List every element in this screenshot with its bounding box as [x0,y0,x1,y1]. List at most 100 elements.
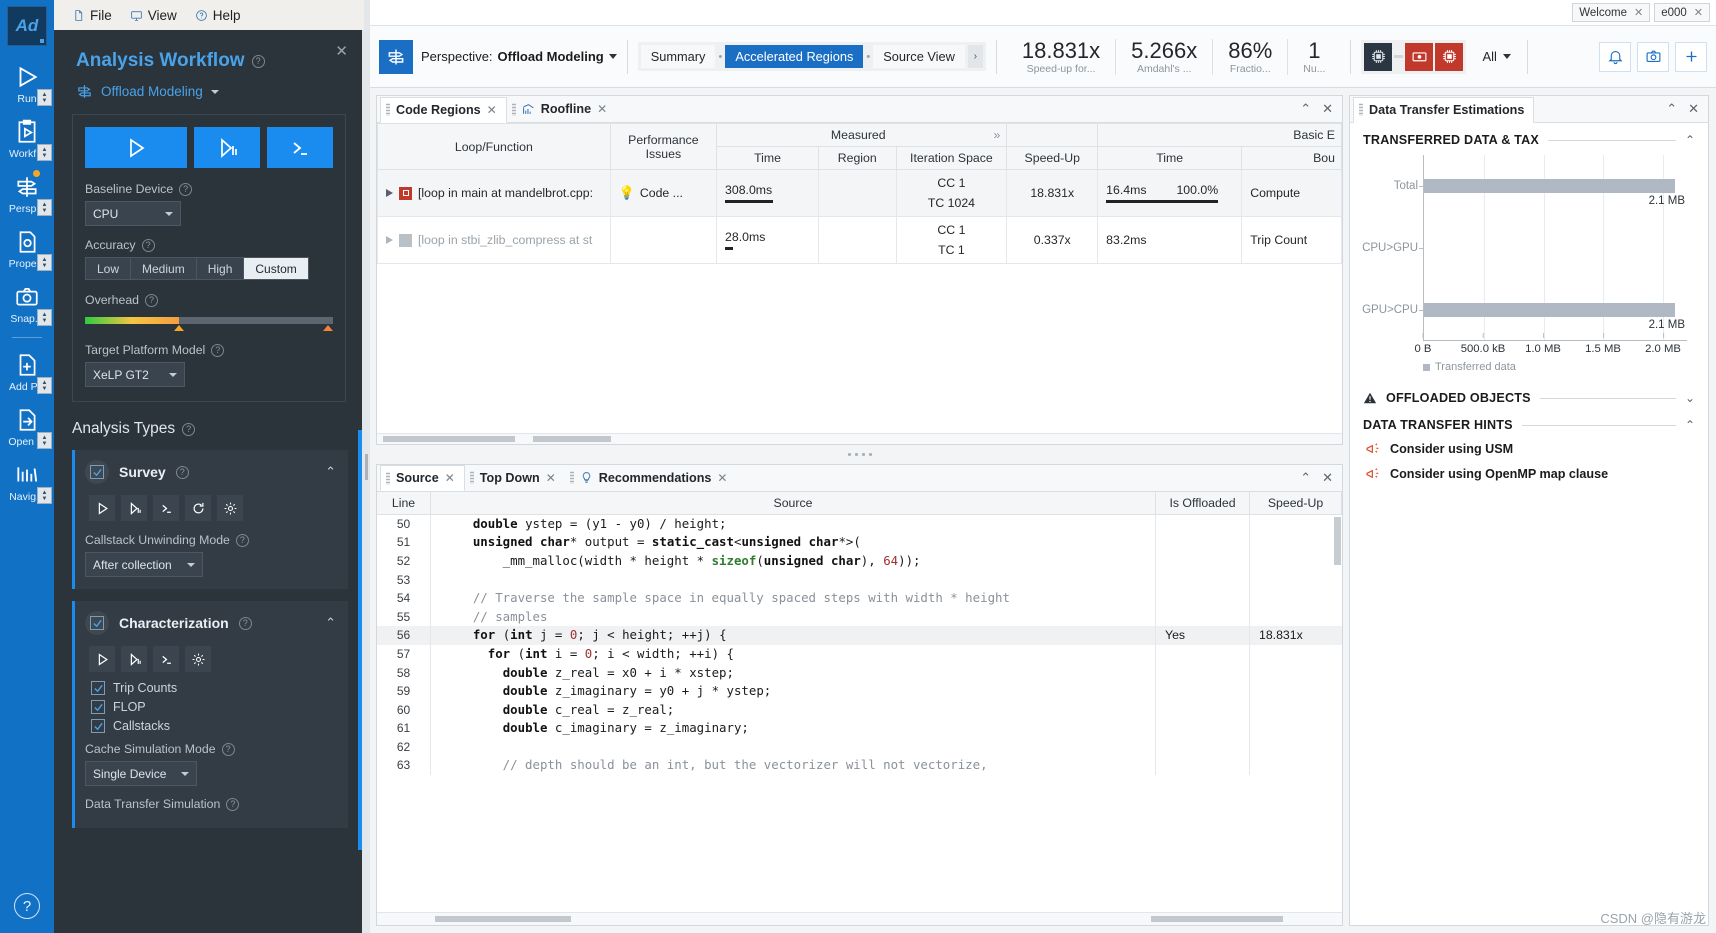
survey-settings-button[interactable] [217,495,243,521]
drag-handle-icon[interactable] [569,471,574,485]
chart-bar[interactable] [1424,178,1676,193]
menu-file[interactable]: File [72,8,112,23]
bell-button[interactable] [1599,41,1631,72]
col-region[interactable]: Region [817,146,897,170]
close-icon[interactable]: ✕ [335,42,348,60]
chevron-up-icon[interactable]: ⌃ [1685,133,1695,147]
checkbox-flop[interactable]: FLOP [91,700,336,714]
tab-summary[interactable]: Summary [640,45,716,68]
col-is-offloaded[interactable]: Is Offloaded [1156,491,1250,514]
chevron-up-icon[interactable]: ⌃ [325,464,336,480]
source-hscrollbar[interactable] [377,912,1342,925]
overhead-slider[interactable] [85,313,333,331]
expand-row-icon[interactable] [386,236,393,244]
chevron-up-icon[interactable]: ⌃ [1685,418,1695,432]
snapshot-dropdown-spinner[interactable]: ▲ ▼ [37,309,52,326]
chevron-up-icon[interactable]: ⌃ [325,615,336,631]
open-result-dropdown-spinner[interactable]: ▲ ▼ [37,432,52,449]
workflow-dropdown-spinner[interactable]: ▲ ▼ [37,144,52,161]
source-line-row[interactable]: 52 _mm_malloc(width * height * sizeof(un… [377,551,1342,571]
source-line-row[interactable]: 53 [377,570,1342,590]
tab-accelerated-regions[interactable]: Accelerated Regions [725,45,864,68]
close-icon[interactable]: ✕ [487,103,497,117]
close-icon[interactable]: ✕ [1322,101,1333,117]
baseline-device-select[interactable]: CPU [85,201,181,226]
window-tab-e000[interactable]: e000 ✕ [1654,3,1710,22]
close-icon[interactable]: ✕ [1694,6,1703,19]
help-circle-icon[interactable]: ? [238,616,252,630]
tab-source[interactable]: Source ✕ [380,465,465,492]
tab-top-down[interactable]: Top Down ✕ [465,465,565,491]
source-vscrollbar[interactable] [1334,516,1341,565]
tab-recommendations[interactable]: Recommendations ✕ [565,465,737,491]
help-circle-icon[interactable]: ? [235,533,249,547]
col-performance-issues[interactable]: Performance Issues [609,123,718,170]
horizontal-splitter[interactable] [376,450,1343,459]
help-circle-icon[interactable]: ? [251,54,265,68]
source-line-row[interactable]: 61 double c_imaginary = z_imaginary; [377,719,1342,738]
collapse-icon[interactable]: ⌃ [1300,101,1311,117]
drag-handle-icon[interactable] [1359,103,1363,116]
cpu-chip-icon[interactable] [1364,42,1393,71]
workflow-scrollbar[interactable] [358,430,362,850]
accuracy-option-high[interactable]: High [195,257,244,280]
command-line-button[interactable] [267,127,334,168]
col-time-basic[interactable]: Time [1097,146,1243,170]
perspective-control[interactable]: Perspective: Offload Modeling [379,39,617,74]
close-icon[interactable]: ✕ [717,471,727,485]
expand-columns-icon[interactable]: » [993,128,1000,142]
overhead-handle[interactable] [174,325,185,331]
rail-item-run[interactable]: Run ▲ ▼ [0,56,54,111]
add-button[interactable] [1675,41,1707,72]
source-line-row[interactable]: 63 // depth should be an int, but the ve… [377,756,1342,776]
chevron-down-icon[interactable]: ⌄ [1685,391,1695,405]
collapse-icon[interactable]: ⌃ [1666,101,1677,117]
rail-item-perspective[interactable]: Persp... ▲ ▼ [0,166,54,221]
window-tab-welcome[interactable]: Welcome ✕ [1572,3,1651,22]
col-time-measured[interactable]: Time [716,146,819,170]
rail-item-open-result[interactable]: Open ... ▲ ▼ [0,399,54,454]
close-icon[interactable]: ✕ [546,471,556,485]
more-tabs-button[interactable]: › [967,45,983,68]
accuracy-option-medium[interactable]: Medium [130,257,196,280]
help-circle-icon[interactable]: ? [175,465,189,479]
close-icon[interactable]: ✕ [1634,6,1643,19]
characterization-run-button[interactable] [89,646,115,672]
chevron-down-icon[interactable] [608,54,617,59]
characterization-command-line-button[interactable] [153,646,179,672]
target-platform-select[interactable]: XeLP GT2 [85,362,185,387]
vertical-splitter[interactable] [362,0,370,933]
source-line-row[interactable]: 50 double ystep = (y1 - y0) / height; [377,514,1342,534]
add-project-dropdown-spinner[interactable]: ▲ ▼ [37,377,52,394]
rail-item-properties[interactable]: Prope... ▲ ▼ [0,221,54,276]
close-icon[interactable]: ✕ [445,471,455,485]
accuracy-option-low[interactable]: Low [85,257,131,280]
col-line[interactable]: Line [377,491,431,514]
survey-run-button[interactable] [89,495,115,521]
source-line-row[interactable]: 56 for (int j = 0; j < height; ++j) {Yes… [377,626,1342,645]
workflow-perspective-selector[interactable]: Offload Modeling [54,72,362,100]
navigation-dropdown-spinner[interactable]: ▲ ▼ [37,487,52,504]
source-line-row[interactable]: 54 // Traverse the sample space in equal… [377,589,1342,608]
source-line-row[interactable]: 62 [377,737,1342,757]
survey-command-line-button[interactable] [153,495,179,521]
menu-view[interactable]: View [130,8,177,23]
hint-openmp-map-clause[interactable]: Consider using OpenMP map clause [1365,466,1695,482]
characterization-settings-button[interactable] [185,646,211,672]
characterization-run-step-button[interactable] [121,646,147,672]
table-row[interactable]: [loop in stbi_zlib_compress at st 28.0ms [377,216,1342,264]
col-loop-function[interactable]: Loop/Function [377,123,611,170]
run-step-button[interactable] [194,127,261,168]
rail-item-workflow[interactable]: Workf... ▲ ▼ [0,111,54,166]
tab-roofline[interactable]: Roofline ✕ [507,96,616,122]
source-line-row[interactable]: 57 for (int i = 0; i < width; ++i) { [377,644,1342,664]
rail-item-add-project[interactable]: Add P... ▲ ▼ [0,344,54,399]
perspective-dropdown-spinner[interactable]: ▲ ▼ [37,199,52,216]
accuracy-option-custom[interactable]: Custom [243,257,309,280]
drag-handle-icon[interactable] [511,102,516,116]
drag-handle-icon[interactable] [386,103,390,116]
survey-run-step-button[interactable] [121,495,147,521]
source-line-row[interactable]: 60 double c_real = z_real; [377,700,1342,720]
run-analysis-button[interactable] [85,127,188,168]
tab-data-transfer-estimations[interactable]: Data Transfer Estimations [1353,96,1535,123]
